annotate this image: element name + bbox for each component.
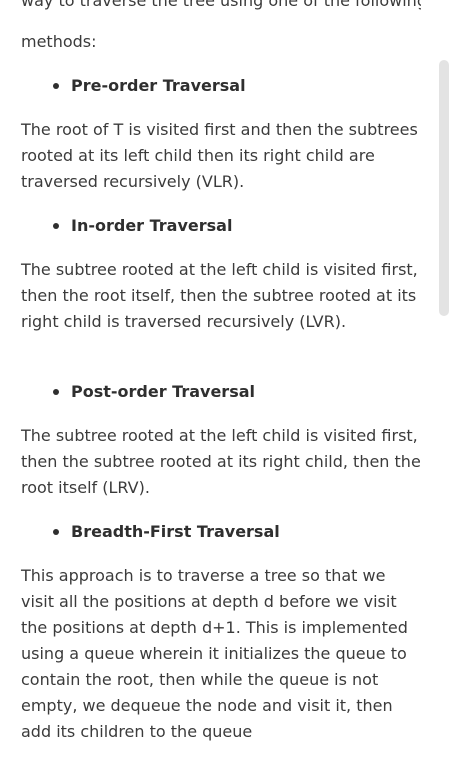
section-heading: Breadth-First Traversal (71, 522, 280, 541)
bullet-dot-icon (53, 389, 59, 395)
scrollbar-thumb[interactable] (439, 60, 449, 316)
section-body: The subtree rooted at the left child is … (21, 260, 418, 331)
intro-text: methods: (21, 32, 97, 51)
section-body: The root of T is visited first and then … (21, 120, 418, 191)
section-body: This approach is to traverse a tree so t… (21, 566, 408, 741)
bullet-dot-icon (53, 223, 59, 229)
section-heading: Post-order Traversal (71, 382, 255, 401)
section-body: The subtree rooted at the left child is … (21, 426, 421, 497)
clipped-text-line: way to traverse the tree using one of th… (21, 0, 421, 10)
section-heading: In-order Traversal (71, 216, 233, 235)
bullet-dot-icon (53, 529, 59, 535)
section-heading: Pre-order Traversal (71, 76, 246, 95)
bullet-dot-icon (53, 83, 59, 89)
